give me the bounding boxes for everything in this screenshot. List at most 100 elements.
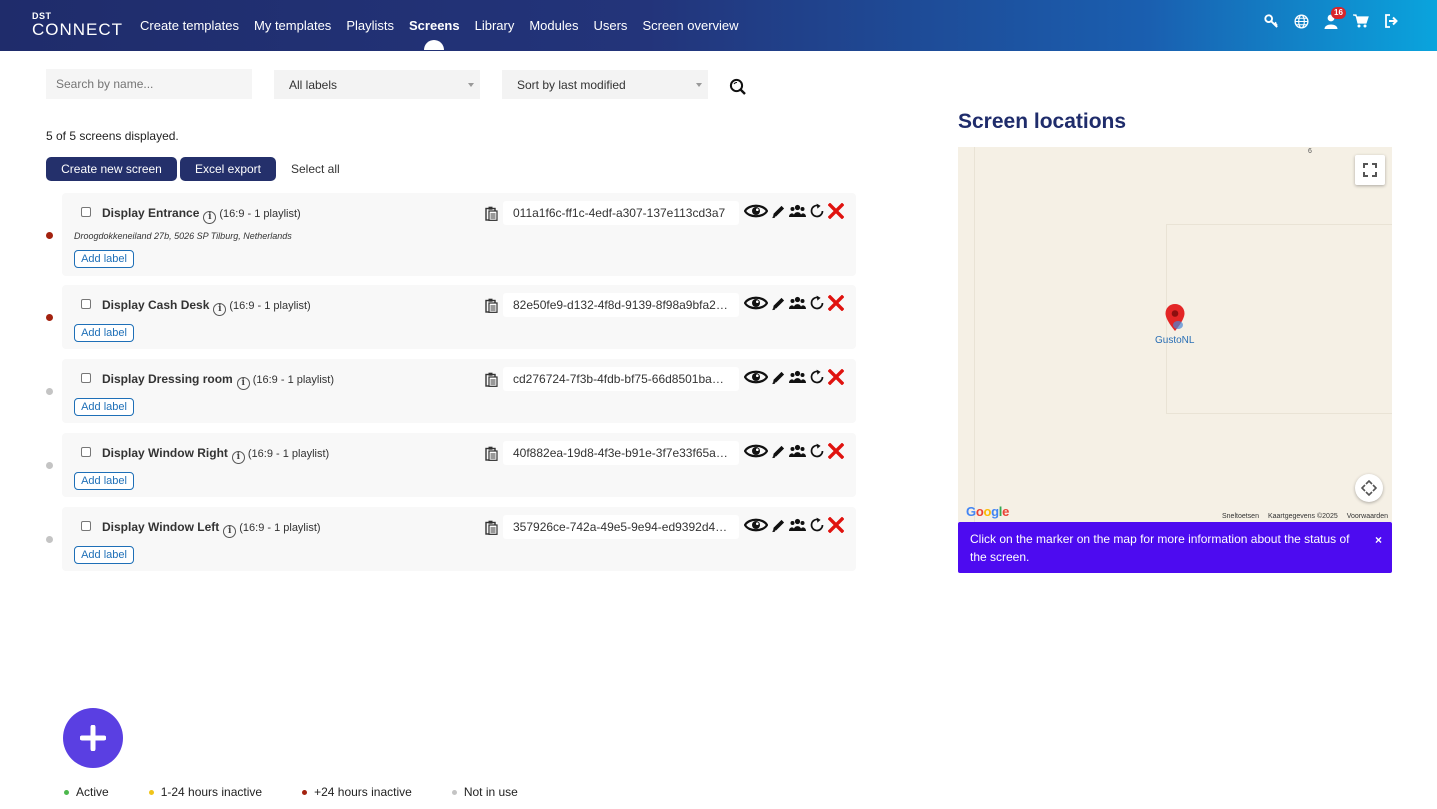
screen-name[interactable]: Display Cash Desk [102,298,209,312]
close-icon[interactable]: × [1375,531,1382,549]
screen-checkbox[interactable] [81,207,91,217]
screen-name[interactable]: Display Dressing room [102,372,233,386]
eye-icon[interactable] [744,295,768,311]
delete-icon[interactable] [828,443,844,459]
sort-select[interactable]: Sort by last modified [502,70,708,99]
nav-screens[interactable]: Screens [409,18,460,50]
screen-checkbox[interactable] [81,299,91,309]
screen-card: Display Entrance i (16:9 - 1 playlist) Droo… [62,193,856,276]
dst-connect-logo[interactable]: DST CONNECT [32,12,123,39]
legend-label: Not in use [463,785,518,799]
nav-library[interactable]: Library [475,18,515,33]
nav-modules[interactable]: Modules [529,18,578,33]
add-label-button[interactable]: Add label [74,398,134,416]
labels-select-value: All labels [289,78,338,92]
screen-checkbox[interactable] [81,447,91,457]
screen-uuid-field[interactable]: 357926ce-742a-49e5-9e94-ed9392d4… [503,515,739,539]
clipboard-icon[interactable] [485,520,499,536]
screen-uuid-field[interactable]: 82e50fe9-d132-4f8d-9139-8f98a9bfa2… [503,293,739,317]
screen-checkbox[interactable] [81,521,91,531]
eye-icon[interactable] [744,517,768,533]
eye-icon[interactable] [744,369,768,385]
labels-select[interactable]: All labels [274,70,480,99]
delete-icon[interactable] [828,369,844,385]
map-marker-label[interactable]: GustoNL [1155,335,1194,346]
legend-item-long-inactive: +24 hours inactive [302,785,412,799]
add-label-button[interactable]: Add label [74,546,134,564]
pencil-icon[interactable] [771,518,786,533]
pencil-icon[interactable] [771,296,786,311]
users-icon[interactable] [789,370,806,384]
users-icon[interactable] [789,296,806,310]
delete-icon[interactable] [828,295,844,311]
clipboard-icon[interactable] [485,372,499,388]
key-icon[interactable] [1263,13,1279,29]
screen-meta: (16:9 - 1 playlist) [229,300,311,312]
nav-create-templates[interactable]: Create templates [140,18,239,33]
nav-playlists[interactable]: Playlists [346,18,394,33]
add-label-button[interactable]: Add label [74,250,134,268]
eye-icon[interactable] [744,443,768,459]
status-dot [302,789,308,795]
nav-screen-overview[interactable]: Screen overview [642,18,738,33]
users-icon[interactable] [789,204,806,218]
screen-locations-map[interactable]: 6 GustoNL Google Sneltoetsen Kaartgegeve… [958,147,1392,522]
info-icon[interactable]: i [203,211,217,224]
map-road [1166,224,1392,225]
clipboard-icon[interactable] [485,298,499,314]
screen-uuid-field[interactable]: cd276724-7f3b-4fdb-bf75-66d8501ba… [503,367,739,391]
map-label: 6 [1308,148,1312,155]
refresh-icon[interactable] [809,369,825,385]
map-pan-control[interactable] [1355,474,1383,502]
pencil-icon[interactable] [771,444,786,459]
screen-name[interactable]: Display Window Left [102,520,219,534]
create-new-screen-button[interactable]: Create new screen [46,157,177,181]
delete-icon[interactable] [828,517,844,533]
add-label-button[interactable]: Add label [74,472,134,490]
search-input[interactable] [46,69,252,99]
map-info-notice: Click on the marker on the map for more … [958,522,1392,573]
eye-icon[interactable] [744,203,768,219]
info-icon[interactable]: i [223,525,237,538]
info-icon[interactable]: i [236,377,250,390]
keyboard-shortcuts-link[interactable]: Sneltoetsen [1222,513,1259,520]
add-label-button[interactable]: Add label [74,324,134,342]
screen-name[interactable]: Display Entrance [102,206,199,220]
delete-icon[interactable] [828,203,844,219]
chevron-down-icon [468,83,474,87]
map-road [974,147,975,522]
clipboard-icon[interactable] [485,446,499,462]
info-icon[interactable]: i [231,451,245,464]
terms-link[interactable]: Voorwaarden [1347,513,1388,520]
status-dot [46,388,53,395]
nav-users[interactable]: Users [593,18,627,33]
users-icon[interactable] [789,518,806,532]
screen-checkbox[interactable] [81,373,91,383]
cart-icon[interactable] [1353,13,1369,29]
excel-export-button[interactable]: Excel export [180,157,276,181]
refresh-icon[interactable] [809,443,825,459]
users-icon[interactable] [789,444,806,458]
status-dot [46,231,53,239]
status-dot [46,536,53,543]
screen-uuid-field[interactable]: 011a1f6c-ff1c-4edf-a307-137e113cd3a7 [503,201,739,225]
globe-icon[interactable] [1293,13,1309,29]
add-screen-fab-button[interactable] [63,708,123,768]
map-data-text: Kaartgegevens ©2025 [1267,513,1338,520]
search-icon[interactable] [729,78,747,101]
map-marker-pin-icon[interactable] [1165,304,1185,337]
fullscreen-button[interactable] [1355,155,1385,185]
select-all-link[interactable]: Select all [291,162,340,176]
info-icon[interactable]: i [213,303,227,316]
nav-my-templates[interactable]: My templates [254,18,331,33]
pencil-icon[interactable] [771,370,786,385]
clipboard-icon[interactable] [485,206,499,222]
logout-icon[interactable] [1383,13,1399,29]
pencil-icon[interactable] [771,204,786,219]
screen-name[interactable]: Display Window Right [102,446,228,460]
refresh-icon[interactable] [809,203,825,219]
refresh-icon[interactable] [809,517,825,533]
user-icon[interactable]: 16 [1323,7,1346,29]
screen-uuid-field[interactable]: 40f882ea-19d8-4f3e-b91e-3f7e33f65a… [503,441,739,465]
refresh-icon[interactable] [809,295,825,311]
